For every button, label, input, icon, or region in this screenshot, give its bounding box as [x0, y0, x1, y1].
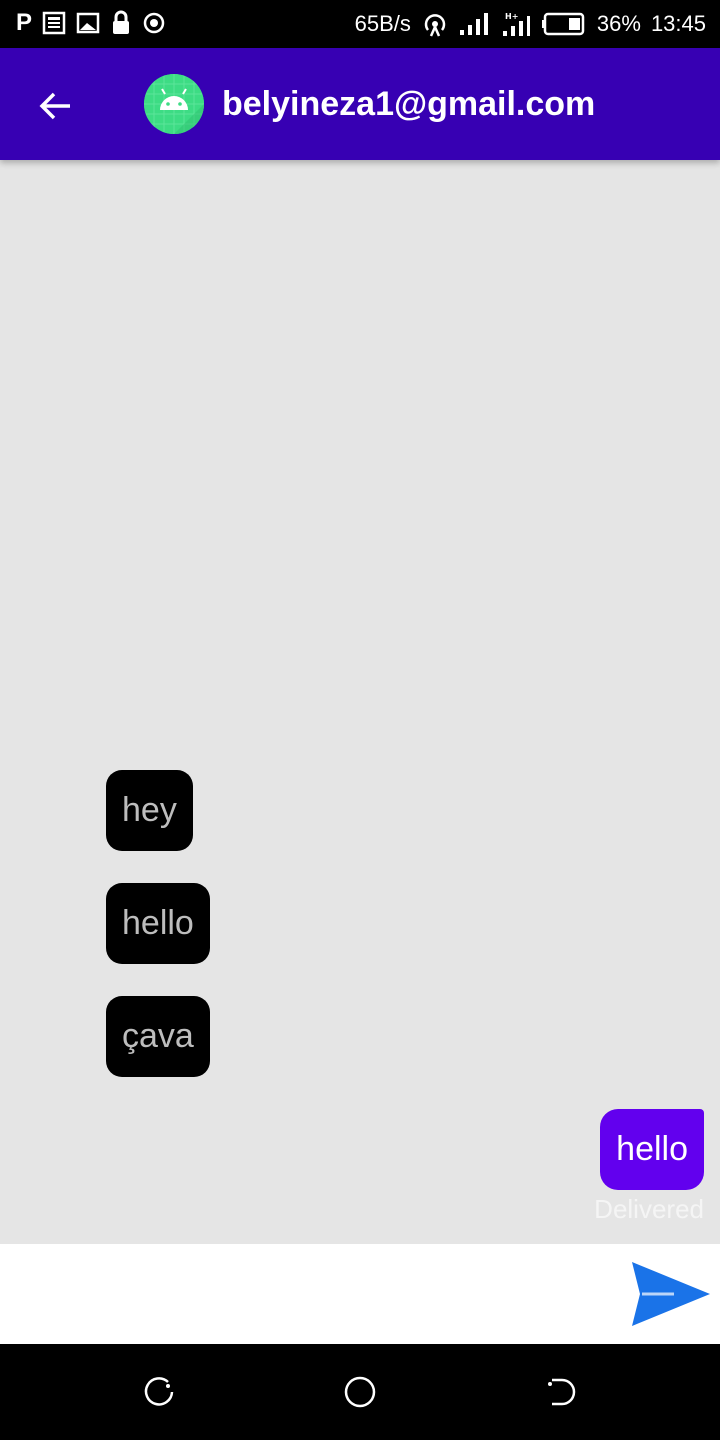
- signal-h-plus-icon: H+: [502, 12, 530, 36]
- incoming-message-bubble[interactable]: çava: [106, 996, 210, 1077]
- news-icon: [42, 11, 66, 35]
- system-nav-bar: [0, 1344, 720, 1440]
- home-icon: [344, 1376, 376, 1408]
- send-icon: [632, 1262, 710, 1326]
- message-input[interactable]: [0, 1244, 620, 1344]
- incoming-message-bubble[interactable]: hey: [106, 770, 193, 851]
- arrow-back-icon: [39, 92, 70, 120]
- home-button[interactable]: [342, 1374, 378, 1410]
- avatar[interactable]: [144, 74, 204, 134]
- signal-icon: [459, 13, 488, 35]
- message-list[interactable]: hey hello çava hello Delivered: [0, 160, 720, 1244]
- clock: 13:45: [650, 11, 706, 36]
- status-right-icons: 65B/s H+ 36% 13:45: [355, 0, 706, 48]
- recent-apps-icon: [144, 1377, 174, 1406]
- lock-icon: [113, 10, 130, 34]
- p-icon: P: [16, 9, 33, 36]
- record-icon: [143, 12, 165, 34]
- picture-icon: [76, 12, 100, 34]
- back-icon: [548, 1378, 576, 1406]
- incoming-message-bubble[interactable]: hello: [106, 883, 210, 964]
- hotspot-icon: [424, 14, 446, 37]
- android-icon: [144, 74, 204, 134]
- composer: [0, 1244, 720, 1344]
- back-button[interactable]: [30, 80, 82, 132]
- recent-apps-button[interactable]: [142, 1374, 178, 1410]
- battery-icon: [541, 12, 585, 36]
- message-text: hello: [616, 1130, 688, 1168]
- back-nav-button[interactable]: [542, 1374, 578, 1410]
- status-bar: P 65B/s H+ 36% 13:45: [0, 0, 720, 48]
- status-left-icons: P: [16, 10, 166, 36]
- message-text: hello: [122, 904, 194, 942]
- svg-text:H+: H+: [505, 12, 518, 21]
- app-bar: belyineza1@gmail.com: [0, 48, 720, 160]
- battery-percent: 36%: [596, 11, 641, 36]
- send-button[interactable]: [628, 1258, 712, 1330]
- delivery-status: Delivered: [594, 1194, 704, 1224]
- contact-title: belyineza1@gmail.com: [222, 85, 596, 123]
- network-speed: 65B/s: [354, 11, 411, 36]
- message-text: hey: [122, 791, 177, 829]
- message-text: çava: [122, 1017, 194, 1055]
- outgoing-message-bubble[interactable]: hello: [600, 1109, 704, 1190]
